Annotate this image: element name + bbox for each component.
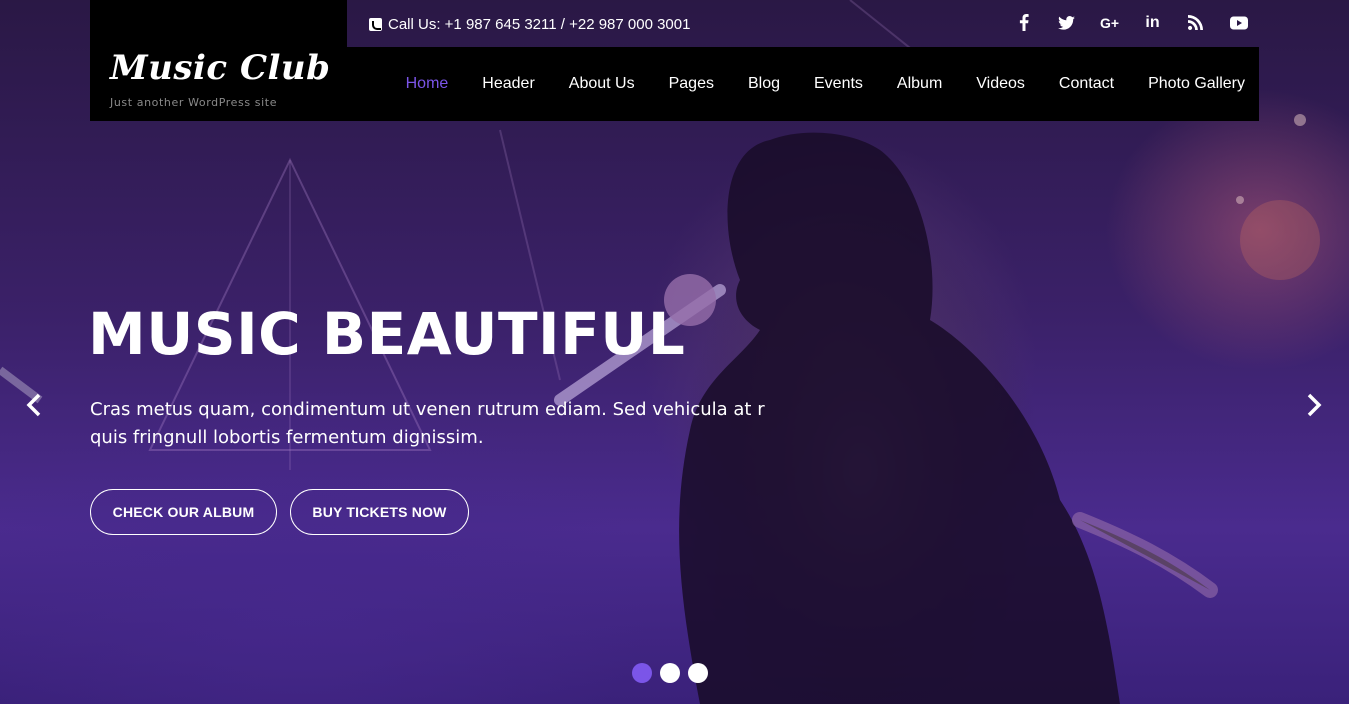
nav-item-blog[interactable]: Blog [748, 75, 780, 93]
main-navigation: Home Header About Us Pages Blog Events A… [347, 47, 1259, 121]
hero-slider: Music Club Just another WordPress site C… [0, 0, 1349, 704]
slider-dot-1[interactable] [632, 663, 652, 683]
nav-item-events[interactable]: Events [814, 75, 863, 93]
site-logo-title[interactable]: Music Club [110, 48, 330, 88]
phone-icon [369, 18, 382, 31]
check-our-album-button[interactable]: CHECK OUR ALBUM [90, 489, 277, 535]
nav-item-header[interactable]: Header [482, 75, 534, 93]
call-us-text: Call Us: +1 987 645 3211 / +22 987 000 3… [388, 16, 691, 33]
contact-phone: Call Us: +1 987 645 3211 / +22 987 000 3… [369, 16, 690, 33]
social-links: G+ in [1013, 12, 1249, 33]
slider-pagination [632, 663, 708, 683]
chevron-left-icon [26, 393, 41, 417]
site-tagline: Just another WordPress site [110, 96, 278, 109]
nav-item-pages[interactable]: Pages [669, 75, 714, 93]
twitter-icon[interactable] [1056, 12, 1077, 33]
linkedin-icon[interactable]: in [1142, 12, 1163, 33]
nav-item-videos[interactable]: Videos [976, 75, 1025, 93]
chevron-right-icon [1307, 393, 1322, 417]
youtube-icon[interactable] [1228, 12, 1249, 33]
rss-icon[interactable] [1185, 12, 1206, 33]
nav-item-album[interactable]: Album [897, 75, 942, 93]
slider-prev-arrow[interactable] [22, 392, 46, 418]
buy-tickets-now-button[interactable]: BUY TICKETS NOW [290, 489, 469, 535]
logo-box[interactable]: Music Club Just another WordPress site [90, 0, 347, 121]
top-bar: Call Us: +1 987 645 3211 / +22 987 000 3… [347, 0, 1259, 47]
slide-headline: MUSIC BEAUTIFUL [88, 300, 686, 368]
nav-item-home[interactable]: Home [406, 75, 449, 93]
facebook-icon[interactable] [1013, 12, 1034, 33]
nav-item-about-us[interactable]: About Us [569, 75, 635, 93]
slider-dot-3[interactable] [688, 663, 708, 683]
nav-item-photo-gallery[interactable]: Photo Gallery [1148, 75, 1245, 93]
slider-dot-2[interactable] [660, 663, 680, 683]
nav-item-contact[interactable]: Contact [1059, 75, 1114, 93]
google-plus-icon[interactable]: G+ [1099, 12, 1120, 33]
slide-description: Cras metus quam, condimentum ut venen ru… [90, 399, 765, 448]
slider-next-arrow[interactable] [1302, 392, 1326, 418]
